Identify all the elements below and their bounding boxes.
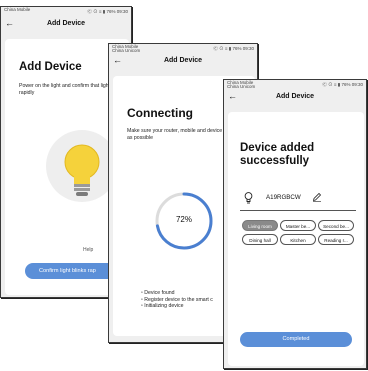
- status-icons: Ⓒ ⊙ ≡ ▮ 76% 09:30: [322, 82, 363, 87]
- edit-pencil-icon[interactable]: [312, 192, 322, 202]
- light-bulb-icon: [244, 192, 253, 204]
- content-card: Device added successfully A19RGBCW Livin…: [228, 112, 364, 366]
- room-chip-living-room[interactable]: Living room: [242, 220, 278, 231]
- device-name: A19RGBCW: [266, 194, 301, 201]
- heading-line-1: Device added: [240, 142, 315, 154]
- room-chip-second-bedroom[interactable]: Second be...: [318, 220, 354, 231]
- page-title: Add Device: [275, 93, 315, 100]
- header: ← Add Device: [224, 89, 366, 104]
- header: ← Add Device: [109, 53, 257, 68]
- status-icons: Ⓒ ⊙ ≡ ▮ 76% 09:30: [87, 9, 128, 14]
- carrier-text: China Mobile: [4, 7, 31, 12]
- progress-percent: 72%: [175, 215, 192, 224]
- heading: Device added successfully: [240, 142, 314, 168]
- carrier-block: China Mobile China Unicom: [227, 80, 255, 89]
- status-bar: China Mobile China Unicom Ⓒ ⊙ ≡ ▮ 76% 09…: [109, 44, 257, 53]
- status-bar: China Mobile China Unicom Ⓒ ⊙ ≡ ▮ 76% 09…: [224, 80, 366, 89]
- back-arrow-icon[interactable]: ←: [113, 53, 122, 68]
- carrier-block: China Mobile China Unicom: [112, 44, 140, 53]
- divider: [240, 210, 356, 211]
- heading: Connecting: [127, 106, 193, 120]
- room-chip-kitchen[interactable]: Kitchen: [280, 234, 316, 245]
- completed-button[interactable]: Completed: [240, 332, 352, 347]
- help-link[interactable]: Help: [83, 247, 93, 253]
- page-title: Add Device: [163, 57, 203, 64]
- back-arrow-icon[interactable]: ←: [5, 16, 14, 31]
- room-chip-dining-hall[interactable]: Dining hall: [242, 234, 278, 245]
- room-chip-master-bedroom[interactable]: Master be...: [280, 220, 316, 231]
- status-icons: Ⓒ ⊙ ≡ ▮ 76% 09:30: [213, 46, 254, 51]
- heading: Add Device: [19, 61, 82, 73]
- status-bar: China Mobile Ⓒ ⊙ ≡ ▮ 76% 09:30: [1, 7, 131, 16]
- back-arrow-icon[interactable]: ←: [228, 89, 237, 104]
- screen-device-added: China Mobile China Unicom Ⓒ ⊙ ≡ ▮ 76% 09…: [223, 79, 367, 369]
- heading-line-2: successfully: [240, 155, 310, 167]
- header: ← Add Device: [1, 16, 131, 31]
- page-title: Add Device: [46, 20, 86, 27]
- room-chip-reading-room[interactable]: Reading r...: [318, 234, 354, 245]
